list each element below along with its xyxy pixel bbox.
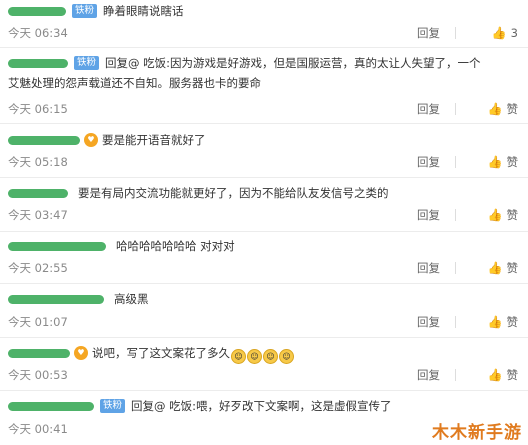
thumbs-up-icon: 👍	[491, 26, 507, 40]
thumbs-up-icon: 👍	[487, 368, 503, 382]
like-count: 3	[510, 26, 518, 40]
comment-6-meta: 今天 01:07 回复 👍 赞	[8, 313, 518, 331]
separator	[0, 337, 528, 338]
comment-time: 今天 00:41	[8, 422, 68, 436]
fan-badge: 铁粉	[74, 56, 100, 70]
like-label: 赞	[506, 155, 519, 169]
like-button[interactable]: 👍 赞	[488, 100, 518, 118]
like-button[interactable]: 👍 赞	[488, 206, 518, 224]
username-redacted[interactable]	[8, 136, 80, 145]
reply-button[interactable]: 回复	[417, 100, 440, 118]
username-redacted[interactable]	[8, 295, 104, 304]
comment-text: 回复@ 吃饭:喂，好歹改下文案啊，这是虚假宣传了	[131, 399, 392, 413]
reply-button[interactable]: 回复	[417, 259, 440, 277]
comment-8-header: 铁粉 回复@ 吃饭:喂，好歹改下文案啊，这是虚假宣传了	[8, 397, 518, 415]
username-redacted[interactable]	[8, 402, 94, 411]
divider	[455, 156, 456, 168]
thumbs-up-icon: 👍	[487, 102, 503, 116]
divider	[455, 209, 456, 221]
separator	[0, 231, 528, 232]
divider	[455, 316, 456, 328]
thumbs-up-icon: 👍	[487, 155, 503, 169]
divider	[455, 369, 456, 381]
username-redacted[interactable]	[8, 59, 68, 68]
comment-text: 睁着眼睛说瞎话	[103, 4, 184, 18]
like-label: 赞	[506, 261, 519, 275]
comment-text: 说吧，写了这文案花了多久	[92, 346, 230, 360]
username-redacted[interactable]	[8, 242, 106, 251]
comment-text: 要是有局内交流功能就更好了，因为不能给队友发信号之类的	[78, 186, 389, 200]
username-redacted[interactable]	[8, 7, 66, 16]
laugh-emoji-icon: ☺	[279, 349, 294, 364]
like-label: 赞	[506, 208, 519, 222]
comment-text-continued: 艾魅处理的怨声载道还不自知。服务器也卡的要命	[8, 76, 261, 90]
like-button[interactable]: 👍 3	[492, 24, 518, 42]
reply-button[interactable]: 回复	[417, 313, 440, 331]
comment-6-header: 高级黑	[8, 290, 518, 308]
username-redacted[interactable]	[8, 349, 70, 358]
separator	[0, 177, 528, 178]
emoji-group: ☺ ☺ ☺ ☺	[230, 344, 294, 364]
thumbs-up-icon: 👍	[487, 261, 503, 275]
comment-7-header: ♥ 说吧，写了这文案花了多久 ☺ ☺ ☺ ☺	[8, 344, 518, 364]
like-label: 赞	[506, 368, 519, 382]
comment-time: 今天 00:53	[8, 368, 68, 382]
comment-3-meta: 今天 05:18 回复 👍 赞	[8, 153, 518, 171]
like-button[interactable]: 👍 赞	[488, 366, 518, 384]
comment-1-meta: 今天 06:34 回复 👍 3	[8, 24, 518, 42]
level-badge-icon: ♥	[74, 346, 88, 360]
comment-4-header: 要是有局内交流功能就更好了，因为不能给队友发信号之类的	[8, 184, 518, 202]
comment-3-header: ♥ 要是能开语音就好了	[8, 131, 518, 149]
fan-badge: 铁粉	[72, 4, 98, 18]
laugh-emoji-icon: ☺	[263, 349, 278, 364]
comment-time: 今天 03:47	[8, 208, 68, 222]
divider	[455, 103, 456, 115]
like-button[interactable]: 👍 赞	[488, 153, 518, 171]
comment-2-line2: 艾魅处理的怨声载道还不自知。服务器也卡的要命	[8, 74, 518, 92]
reply-button[interactable]: 回复	[417, 366, 440, 384]
like-label: 赞	[506, 102, 519, 116]
comment-2-header: 铁粉 回复@ 吃饭:因为游戏是好游戏，但是国服运营，真的太让人失望了，一个	[8, 54, 518, 72]
comment-time: 今天 01:07	[8, 315, 68, 329]
laugh-emoji-icon: ☺	[231, 349, 246, 364]
comment-text: 高级黑	[114, 292, 149, 306]
fan-badge: 铁粉	[100, 399, 126, 413]
separator	[0, 47, 528, 48]
comment-time: 今天 06:34	[8, 26, 68, 40]
separator	[0, 390, 528, 391]
comment-time: 今天 05:18	[8, 155, 68, 169]
comment-1-header: 铁粉 睁着眼睛说瞎话	[8, 2, 518, 20]
comment-7-meta: 今天 00:53 回复 👍 赞	[8, 366, 518, 384]
comment-text: 回复@ 吃饭:因为游戏是好游戏，但是国服运营，真的太让人失望了，一个	[105, 56, 481, 70]
reply-button[interactable]: 回复	[417, 24, 440, 42]
reply-button[interactable]: 回复	[417, 153, 440, 171]
thumbs-up-icon: 👍	[487, 208, 503, 222]
comment-text: 哈哈哈哈哈哈哈 对对对	[116, 239, 235, 253]
comment-time: 今天 02:55	[8, 261, 68, 275]
laugh-emoji-icon: ☺	[247, 349, 262, 364]
like-label: 赞	[506, 315, 519, 329]
comment-2-meta: 今天 06:15 回复 👍 赞	[8, 100, 518, 118]
comment-5-header: 哈哈哈哈哈哈哈 对对对	[8, 237, 518, 255]
separator	[0, 123, 528, 124]
separator	[0, 283, 528, 284]
thumbs-up-icon: 👍	[487, 315, 503, 329]
comment-text: 要是能开语音就好了	[102, 133, 206, 147]
comment-time: 今天 06:15	[8, 102, 68, 116]
like-button[interactable]: 👍 赞	[488, 313, 518, 331]
divider	[455, 262, 456, 274]
username-redacted[interactable]	[8, 189, 68, 198]
watermark-logo: 木木新手游	[432, 423, 522, 443]
comment-5-meta: 今天 02:55 回复 👍 赞	[8, 259, 518, 277]
level-badge-icon: ♥	[84, 133, 98, 147]
divider	[455, 27, 456, 39]
comment-4-meta: 今天 03:47 回复 👍 赞	[8, 206, 518, 224]
like-button[interactable]: 👍 赞	[488, 259, 518, 277]
reply-button[interactable]: 回复	[417, 206, 440, 224]
